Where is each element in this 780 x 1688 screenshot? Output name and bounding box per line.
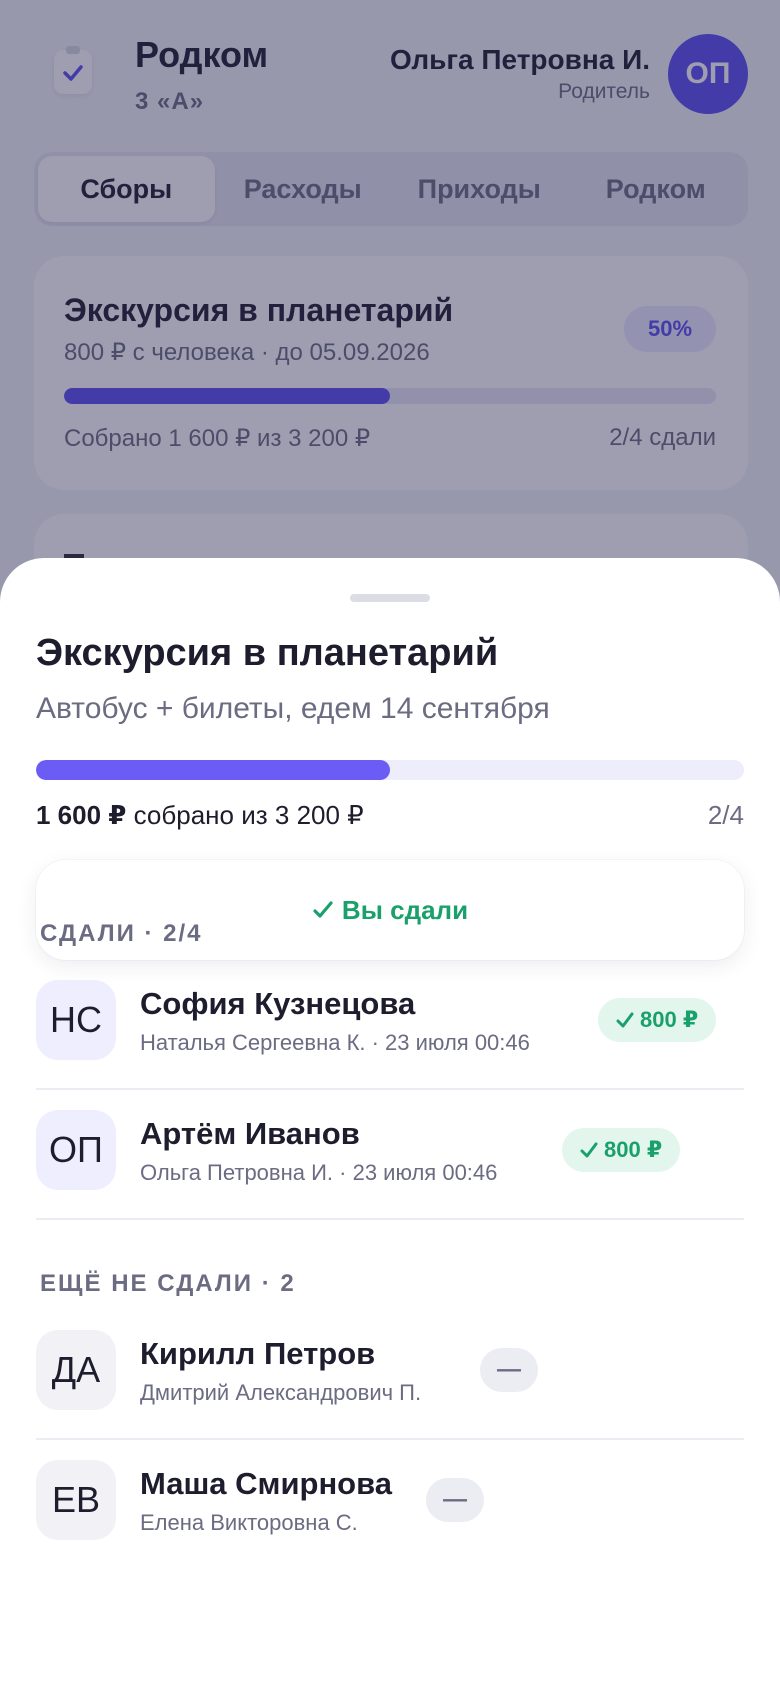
sheet-description: Автобус + билеты, едем 14 сентября (36, 692, 550, 725)
paid-status-text: Вы сдали (341, 894, 469, 925)
child-name: Кирилл Петров (140, 1336, 376, 1371)
parent-name: Елена Викторовна С. (140, 1510, 358, 1535)
avatar: ОП (36, 1110, 116, 1190)
child-name: Маша Смирнова (140, 1466, 392, 1501)
list-item[interactable]: ДА Кирилл Петров Дмитрий Александрович П… (36, 1310, 744, 1440)
amount-total: собрано из 3 200 ₽ (126, 800, 364, 830)
payment-amount: 800 ₽ (604, 1137, 663, 1162)
payment-meta: Наталья Сергеевна К. · 23 июля 00:46 (140, 1030, 530, 1055)
list-item[interactable]: ЕВ Маша Смирнова Елена Викторовна С. — (36, 1440, 744, 1570)
avatar: ЕВ (36, 1460, 116, 1540)
unpaid-section-label: ЕЩЁ НЕ СДАЛИ · 2 (40, 1270, 296, 1297)
list-item[interactable]: ОП Артём Иванов Ольга Петровна И. · 23 и… (36, 1090, 744, 1220)
paid-section-label: СДАЛИ · 2/4 (40, 920, 203, 947)
payment-amount: 800 ₽ (640, 1007, 699, 1032)
child-name: София Кузнецова (140, 986, 416, 1021)
unpaid-badge: — (426, 1478, 484, 1522)
payment-badge: 800 ₽ (598, 998, 717, 1042)
sheet-amount: 1 600 ₽ собрано из 3 200 ₽ (36, 800, 364, 831)
parent-name: Дмитрий Александрович П. (140, 1380, 422, 1405)
sheet-progress-bar (36, 760, 744, 780)
payment-meta: Ольга Петровна И. · 23 июля 00:46 (140, 1160, 498, 1185)
check-icon (313, 901, 333, 918)
avatar: НС (36, 980, 116, 1060)
bottom-sheet: Экскурсия в планетарий Автобус + билеты,… (0, 558, 780, 1688)
payment-badge: 800 ₽ (562, 1128, 681, 1172)
sheet-count: 2/4 (707, 800, 744, 830)
list-item[interactable]: НС София Кузнецова Наталья Сергеевна К. … (36, 960, 744, 1090)
sheet-drag-handle[interactable] (350, 594, 430, 602)
unpaid-badge: — (480, 1348, 538, 1392)
sheet-title: Экскурсия в планетарий (36, 632, 499, 674)
sheet-progress-fill (36, 760, 390, 780)
child-name: Артём Иванов (140, 1116, 360, 1151)
amount-collected: 1 600 ₽ (36, 800, 127, 830)
avatar: ДА (36, 1330, 116, 1410)
check-icon (616, 1012, 634, 1028)
check-icon (580, 1142, 598, 1158)
